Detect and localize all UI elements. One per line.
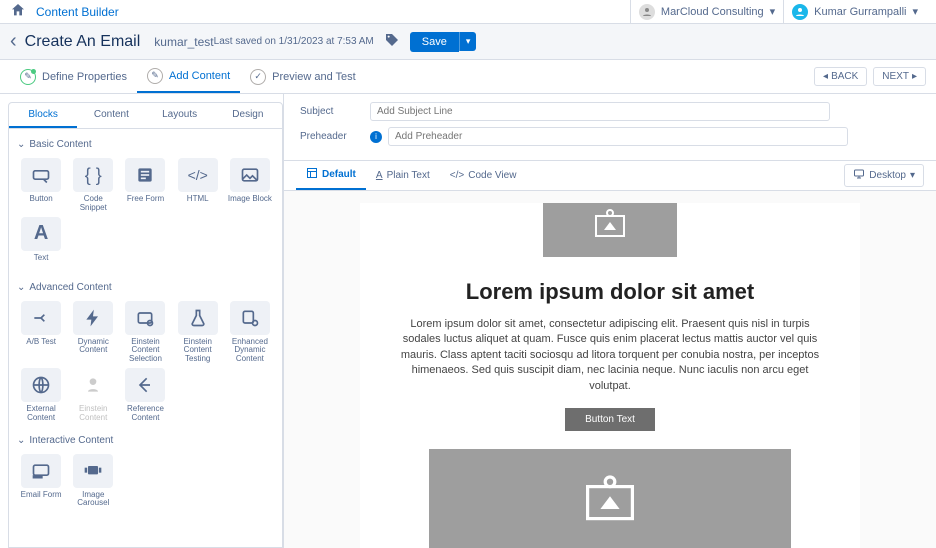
tile-ab-test[interactable]: A/B Test [17, 301, 65, 364]
back-chevron-icon[interactable]: ‹ [10, 30, 17, 53]
text-icon: A [21, 217, 61, 251]
tile-dynamic-content[interactable]: Dynamic Content [69, 301, 117, 364]
braces-icon: { } [73, 158, 113, 192]
chevron-left-icon: ◂ [823, 71, 828, 82]
reference-icon [125, 368, 165, 402]
tile-code-snippet[interactable]: { }Code Snippet [69, 158, 117, 213]
image-placeholder[interactable] [429, 449, 791, 548]
page-title: Create An Email [25, 33, 141, 51]
preheader-label: Preheader [300, 131, 370, 142]
caret-down-icon: ▾ [910, 170, 915, 181]
user-switcher[interactable]: Kumar Gurrampalli ▾ [783, 0, 926, 23]
tab-content[interactable]: Content [77, 103, 145, 128]
save-dropdown-button[interactable]: ▾ [459, 32, 477, 51]
step-label: Define Properties [42, 71, 127, 83]
tile-reference-content[interactable]: Reference Content [121, 368, 169, 423]
asset-name: kumar_test [154, 35, 213, 49]
chevron-down-icon: ⌄ [17, 139, 25, 150]
step-preview-and-test[interactable]: ✓ Preview and Test [240, 60, 366, 93]
device-preview-dropdown[interactable]: Desktop▾ [844, 164, 924, 187]
carousel-icon [73, 454, 113, 488]
caret-down-icon: ▾ [770, 5, 776, 18]
tile-image-carousel[interactable]: Image Carousel [69, 454, 117, 509]
preheader-input[interactable] [388, 127, 848, 146]
step-add-content[interactable]: ✎ Add Content [137, 60, 240, 93]
bolt-icon [73, 301, 113, 335]
pencil-icon: ✎ [147, 68, 163, 84]
tile-text[interactable]: AText [17, 217, 65, 270]
section-basic-content[interactable]: ⌄Basic Content [17, 135, 274, 154]
form-icon [21, 454, 61, 488]
tab-design[interactable]: Design [214, 103, 282, 128]
freeform-icon [125, 158, 165, 192]
einstein-icon [73, 368, 113, 402]
subject-label: Subject [300, 106, 370, 117]
org-avatar-icon [639, 4, 655, 20]
monitor-icon [853, 168, 865, 183]
tile-button[interactable]: Button [17, 158, 65, 213]
step-label: Preview and Test [272, 71, 356, 83]
save-button[interactable]: Save [410, 32, 459, 52]
canvas-body[interactable]: Lorem ipsum dolor sit amet, consectetur … [360, 317, 860, 394]
layout-icon [306, 167, 318, 182]
home-icon[interactable] [10, 2, 26, 21]
flask-icon [178, 301, 218, 335]
canvas-cta-button[interactable]: Button Text [565, 408, 655, 431]
view-default[interactable]: Default [296, 161, 366, 190]
user-avatar-icon [792, 4, 808, 20]
ab-test-icon [21, 301, 61, 335]
caret-down-icon: ▾ [912, 5, 918, 18]
section-interactive-content[interactable]: ⌄Interactive Content [17, 431, 274, 450]
text-icon: A [376, 170, 383, 181]
tile-enhanced-dynamic-content[interactable]: Enhanced Dynamic Content [226, 301, 274, 364]
image-placeholder[interactable] [543, 203, 677, 257]
user-name: Kumar Gurrampalli [814, 6, 906, 18]
view-code[interactable]: </>Code View [440, 161, 527, 190]
chevron-right-icon: ▸ [912, 71, 917, 82]
org-name: MarCloud Consulting [661, 6, 764, 18]
tile-email-form[interactable]: Email Form [17, 454, 65, 509]
canvas-headline[interactable]: Lorem ipsum dolor sit amet [360, 279, 860, 305]
info-icon[interactable]: i [370, 131, 382, 143]
tile-html[interactable]: </>HTML [174, 158, 222, 213]
next-button[interactable]: NEXT▸ [873, 67, 926, 86]
email-canvas[interactable]: Lorem ipsum dolor sit amet Lorem ipsum d… [284, 191, 936, 548]
globe-icon [21, 368, 61, 402]
tag-icon[interactable] [384, 32, 400, 51]
step-label: Add Content [169, 70, 230, 82]
subject-input[interactable] [370, 102, 830, 121]
view-plain-text[interactable]: APlain Text [366, 161, 440, 190]
chevron-down-icon: ⌄ [17, 282, 25, 293]
check-icon: ✓ [250, 69, 266, 85]
org-switcher[interactable]: MarCloud Consulting ▾ [630, 0, 783, 23]
enhanced-content-icon [230, 301, 270, 335]
tab-layouts[interactable]: Layouts [146, 103, 214, 128]
html-icon: </> [178, 158, 218, 192]
image-icon [230, 158, 270, 192]
last-saved: Last saved on 1/31/2023 at 7:53 AM [214, 36, 374, 47]
back-button[interactable]: ◂BACK [814, 67, 867, 86]
tile-einstein-content-testing[interactable]: Einstein Content Testing [174, 301, 222, 364]
button-icon [21, 158, 61, 192]
tile-image-block[interactable]: Image Block [226, 158, 274, 213]
section-advanced-content[interactable]: ⌄Advanced Content [17, 278, 274, 297]
tile-external-content[interactable]: External Content [17, 368, 65, 423]
tile-free-form[interactable]: Free Form [121, 158, 169, 213]
code-icon: </> [450, 170, 464, 181]
einstein-selection-icon [125, 301, 165, 335]
app-title[interactable]: Content Builder [36, 5, 119, 19]
tab-blocks[interactable]: Blocks [9, 103, 77, 128]
chevron-down-icon: ⌄ [17, 435, 25, 446]
pencil-icon: ✎ [20, 69, 36, 85]
step-define-properties[interactable]: ✎ Define Properties [10, 60, 137, 93]
tile-einstein-content-selection[interactable]: Einstein Content Selection [121, 301, 169, 364]
tile-einstein-content[interactable]: Einstein Content [69, 368, 117, 423]
